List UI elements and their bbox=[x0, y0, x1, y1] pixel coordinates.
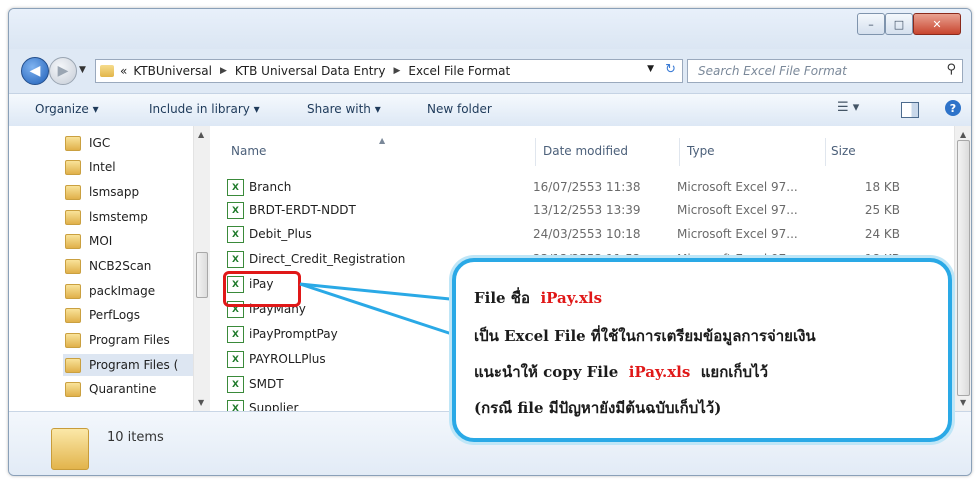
callout-line-4: (กรณี file มีปัญหายังมีต้นฉบับเก็บไว้) bbox=[474, 399, 722, 417]
callout-text: แนะนำให้ copy File bbox=[474, 363, 619, 381]
callout-pointer-line bbox=[299, 282, 462, 322]
callout-text: แยกเก็บไว้ bbox=[700, 363, 769, 381]
callout-line-3: แนะนำให้ copy File iPay.xls แยกเก็บไว้ bbox=[474, 360, 768, 384]
callout-line-2: เป็น Excel File ที่ใช้ในการเตรียมข้อมูลก… bbox=[474, 327, 816, 345]
callout-filename: iPay.xls bbox=[540, 289, 603, 307]
callout-line-1: File ชื่อ iPay.xls bbox=[474, 286, 602, 310]
callout-filename: iPay.xls bbox=[628, 363, 691, 381]
callout-text: File ชื่อ bbox=[474, 289, 531, 307]
annotation-callout: File ชื่อ iPay.xls เป็น Excel File ที่ใช… bbox=[452, 258, 952, 442]
